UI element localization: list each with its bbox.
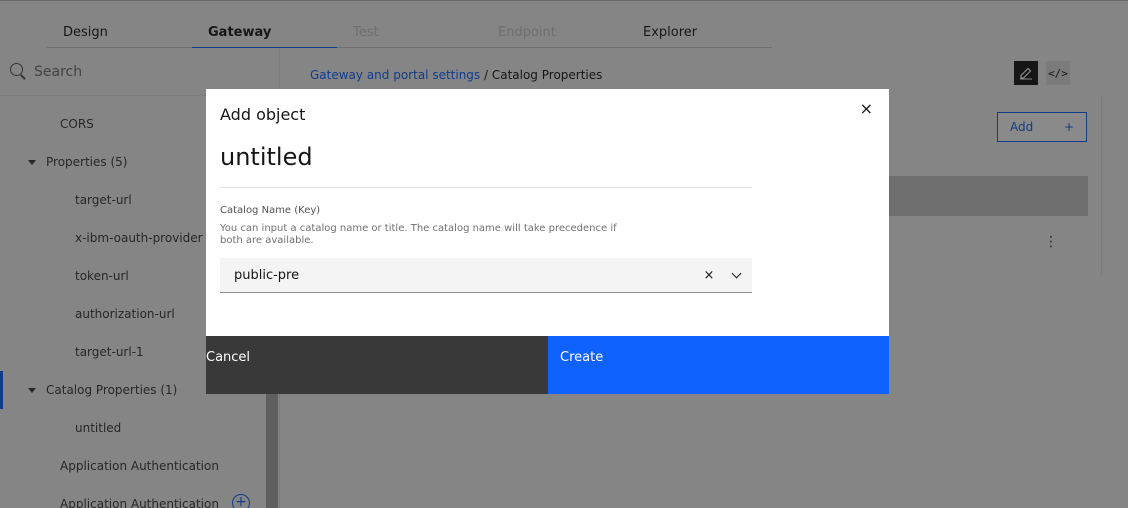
catalog-name-label: Catalog Name (Key) — [220, 205, 321, 216]
modal-label: Add object — [220, 105, 306, 124]
catalog-name-combobox[interactable]: × — [220, 258, 752, 293]
clear-icon[interactable]: × — [698, 268, 720, 283]
chevron-down-icon[interactable] — [720, 268, 752, 278]
close-icon[interactable]: × — [860, 99, 873, 118]
modal-divider — [220, 187, 752, 188]
create-button[interactable]: Create — [548, 336, 889, 394]
create-button-label: Create — [560, 350, 604, 365]
cancel-button-label: Cancel — [206, 350, 251, 365]
catalog-name-helper-text: You can input a catalog name or title. T… — [220, 223, 617, 246]
modal-footer: Cancel Create — [206, 336, 889, 394]
add-object-modal: Add object untitled × Catalog Name (Key)… — [206, 89, 889, 394]
modal-title: untitled — [220, 143, 313, 171]
catalog-name-input[interactable] — [220, 267, 698, 283]
cancel-button[interactable]: Cancel — [206, 336, 548, 394]
